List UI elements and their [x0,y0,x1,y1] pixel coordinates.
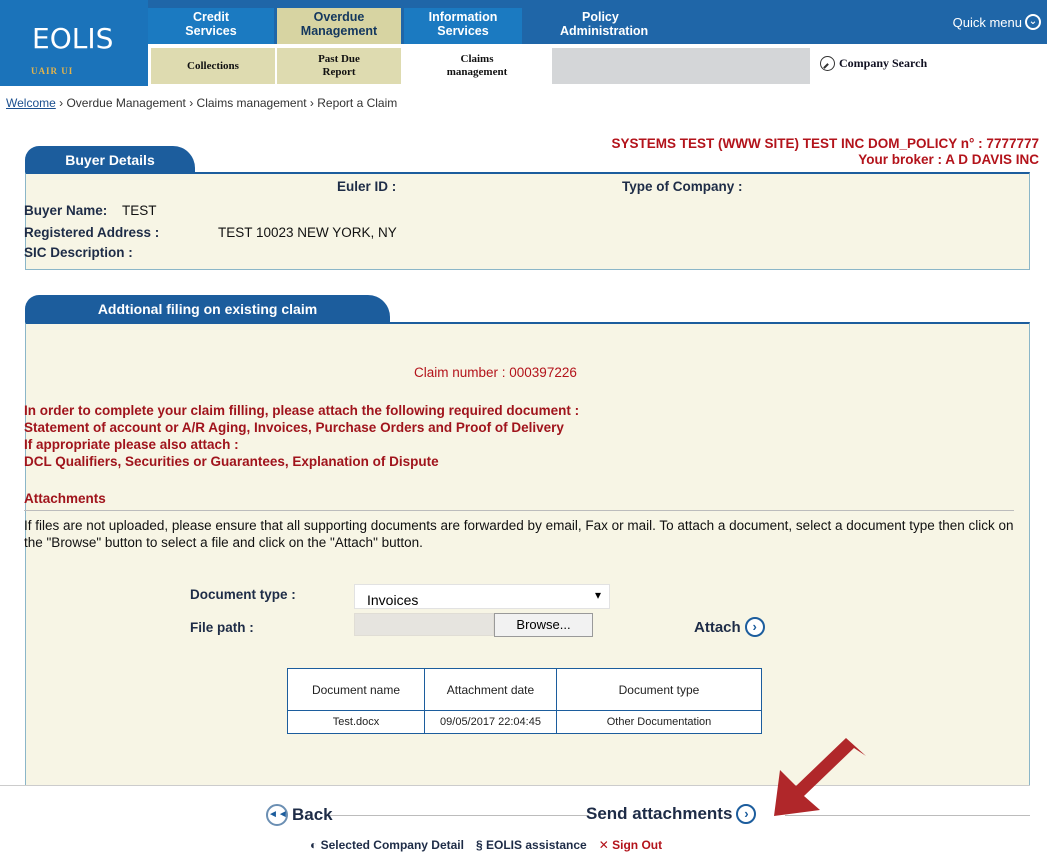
quick-menu-button[interactable]: Quick menu ⌄ [953,14,1041,30]
claim-number: Claim number : 000397226 [414,365,577,380]
document-type-select[interactable]: Invoices ▾ [354,584,610,609]
subnav-label: management [446,66,508,78]
subnav-label: Report [322,66,356,78]
search-icon [820,56,835,71]
column-header: Document type [556,668,762,711]
required-documents-notice: In order to complete your claim filling,… [24,402,579,470]
close-icon: ✕ [598,838,609,852]
sign-out-label: Sign Out [612,838,663,852]
sic-description-label: SIC Description : [24,245,133,260]
file-path-label: File path : [190,620,254,635]
subnav-label: Claims [460,53,494,65]
attachments-heading: Attachments [24,491,106,506]
quick-menu-label: Quick menu [952,14,1022,30]
attachments-help-text: If files are not uploaded, please ensure… [24,518,1014,550]
breadcrumb-trail: › Overdue Management › Claims management… [55,96,398,110]
company-search-label: Company Search [839,56,928,70]
chevron-right-icon: › [736,804,757,824]
chevron-right-icon: › [744,617,765,637]
buyer-name-label: Buyer Name: [24,203,108,218]
logo-text: EOLIS [32,22,114,55]
table-cell: 09/05/2017 22:04:45 [424,710,557,734]
policy-line: SYSTEMS TEST (WWW SITE) TEST INC DOM_POL… [611,136,1039,151]
buyer-name-value: TEST [122,203,157,218]
company-icon: ◐ [310,838,318,852]
eolis-assistance-link[interactable]: § EOLIS assistance [476,838,587,852]
back-icon: ◄◄ [266,804,288,826]
footer-links: ◐ Selected Company Detail § EOLIS assist… [310,838,662,852]
subnav-collections[interactable]: Collections [151,48,275,84]
nav-policy-administration[interactable]: Policy Administration [530,8,670,44]
subnav-label: Past Due [318,53,360,65]
document-type-label: Document type : [190,587,296,602]
action-bar [0,785,1030,813]
nav-label: Information [428,10,498,24]
send-attachments-label: Send attachments [586,804,733,823]
registered-address-value: TEST 10023 NEW YORK, NY [218,225,397,240]
column-header: Document name [287,668,425,711]
subnav-claims-management[interactable]: Claims management [404,48,550,84]
buyer-details-title: Buyer Details [65,152,155,168]
buyer-details-panel [25,172,1030,270]
nav-label: Credit [192,10,230,24]
notice-line: If appropriate please also attach : [24,437,239,452]
back-label: Back [292,805,333,824]
file-path-input[interactable] [354,613,494,636]
action-divider [330,815,588,816]
selected-company-detail-link[interactable]: ◐ Selected Company Detail [310,838,464,852]
policy-info: SYSTEMS TEST (WWW SITE) TEST INC DOM_POL… [612,136,1039,168]
send-attachments-button[interactable]: Send attachments › [586,804,757,824]
additional-filing-title: Addtional filing on existing claim [97,301,318,317]
eolis-logo[interactable]: EOLIS UAIR UI [0,0,148,86]
nav-credit-services[interactable]: Credit Services [148,8,274,44]
chevron-down-icon: ⌄ [1025,14,1041,30]
subnav-label: Collections [187,60,239,72]
document-type-value: Invoices [367,592,419,608]
broker-line: Your broker : A D DAVIS INC [858,152,1039,167]
table-row: Test.docx 09/05/2017 22:04:45 Other Docu… [287,710,762,734]
nav-label: Administration [560,24,649,38]
nav-label: Management [300,24,378,38]
assistance-icon: § [475,838,483,852]
subnav-empty-slot [552,48,810,84]
euler-id-label: Euler ID : [337,179,397,194]
browse-button[interactable]: Browse... [494,613,593,637]
company-type-label: Type of Company : [622,179,743,194]
buyer-details-tab: Buyer Details [25,146,195,174]
table-cell: Test.docx [287,710,425,734]
dropdown-arrow-icon: ▾ [594,588,601,602]
back-button[interactable]: ◄◄ Back [266,804,333,826]
nav-label: Services [185,24,237,38]
subnav-past-due-report[interactable]: Past Due Report [277,48,401,84]
table-cell: Other Documentation [556,710,762,734]
attach-label: Attach [694,618,741,636]
breadcrumb: Welcome › Overdue Management › Claims ma… [6,96,397,110]
notice-line: Statement of account or A/R Aging, Invoi… [24,420,564,435]
attachments-table-wrapper: Document name Attachment date Document t… [287,668,762,734]
pointer-arrow-icon [774,738,866,816]
logo-tagline: UAIR UI [31,66,74,76]
breadcrumb-welcome-link[interactable]: Welcome [6,96,56,110]
sign-out-link[interactable]: ✕ Sign Out [599,838,662,852]
nav-label: Services [437,24,489,38]
registered-address-label: Registered Address : [24,225,160,240]
table-header-row: Document name Attachment date Document t… [287,668,762,711]
notice-line: DCL Qualifiers, Securities or Guarantees… [24,454,439,469]
additional-filing-tab: Addtional filing on existing claim [25,295,390,323]
assistance-label: EOLIS assistance [486,838,587,852]
company-search-link[interactable]: Company Search [820,56,927,71]
nav-label: Policy [582,10,619,24]
nav-information-services[interactable]: Information Services [404,8,522,44]
attachments-divider [24,510,1014,511]
attach-button[interactable]: Attach › [694,617,765,637]
notice-line: In order to complete your claim filling,… [24,403,580,418]
selected-company-label: Selected Company Detail [320,838,464,852]
attachments-table: Document name Attachment date Document t… [287,668,762,734]
nav-overdue-management[interactable]: Overdue Management [277,8,401,44]
column-header: Attachment date [424,668,557,711]
nav-label: Overdue [313,10,365,24]
